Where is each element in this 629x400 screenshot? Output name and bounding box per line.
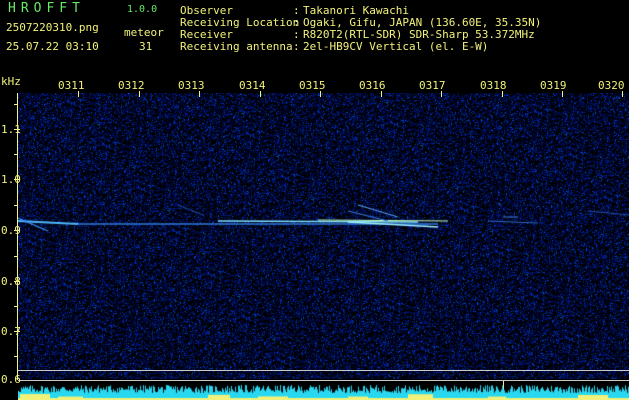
time-tick-label: 0315 [299, 79, 326, 92]
freq-tick-label: 1.1 [1, 123, 21, 136]
spectrogram-axes [14, 91, 629, 393]
freq-tick-label: 1.0 [1, 173, 21, 186]
time-tick-label: 0311 [58, 79, 85, 92]
time-tick-label: 0316 [359, 79, 386, 92]
freq-tick-label: 0.9 [1, 224, 21, 237]
hrofft-window: HROFFT 1.0.0 2507220310.png 25.07.22 03:… [0, 0, 629, 400]
time-tick-label: 0312 [118, 79, 145, 92]
time-tick-label: 0320 [598, 79, 625, 92]
time-tick-label: 0317 [419, 79, 446, 92]
time-tick-label: 0313 [178, 79, 205, 92]
time-tick-label: 0318 [480, 79, 507, 92]
freq-unit-label: kHz [1, 75, 21, 88]
freq-tick-label: 0.7 [1, 325, 21, 338]
time-tick-label: 0319 [540, 79, 567, 92]
time-tick-label: 0314 [239, 79, 266, 92]
freq-tick-label: 0.8 [1, 275, 21, 288]
signal-level-bar [18, 381, 629, 400]
